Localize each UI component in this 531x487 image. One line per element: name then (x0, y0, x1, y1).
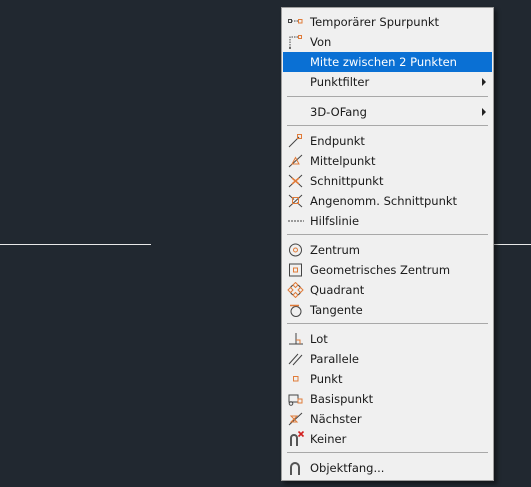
menu-item-intersection[interactable]: Schnittpunkt (283, 171, 492, 191)
menu-item-label: Endpunkt (310, 134, 365, 148)
menu-item-label: Von (310, 35, 332, 49)
menu-item-quadrant[interactable]: Quadrant (283, 280, 492, 300)
nearest-snap-icon (287, 411, 305, 427)
menu-item-label: Lot (310, 332, 328, 346)
geometric-center-snap-icon (287, 262, 305, 278)
menu-item-label: Tangente (310, 303, 363, 317)
menu-item-object-snap-settings[interactable]: Objektfang... (283, 458, 492, 478)
menu-item-tangent[interactable]: Tangente (283, 300, 492, 320)
menu-item-insertion[interactable]: Basispunkt (283, 389, 492, 409)
insertion-snap-icon (287, 391, 305, 407)
menu-item-apparent-intersection[interactable]: Angenomm. Schnittpunkt (283, 191, 492, 211)
menu-item-label: Angenomm. Schnittpunkt (310, 194, 458, 208)
menu-separator (287, 234, 488, 235)
midpoint-snap-icon (287, 153, 305, 169)
menu-item-point-filters[interactable]: Punktfilter (283, 72, 492, 92)
extension-snap-icon (287, 213, 305, 229)
menu-item-from[interactable]: Von (283, 32, 492, 52)
menu-separator (287, 323, 488, 324)
menu-item-label: Zentrum (310, 243, 360, 257)
menu-separator (287, 125, 488, 126)
object-snap-context-menu: Temporärer Spurpunkt Von Mitte zwischen … (281, 7, 494, 481)
menu-item-label: Quadrant (310, 283, 365, 297)
menu-item-label: Objektfang... (310, 461, 385, 475)
canvas-line-right (494, 244, 531, 245)
menu-item-label: Geometrisches Zentrum (310, 263, 451, 277)
parallel-snap-icon (287, 351, 305, 367)
submenu-arrow-icon (482, 108, 486, 116)
menu-item-geometric-center[interactable]: Geometrisches Zentrum (283, 260, 492, 280)
menu-item-label: Mitte zwischen 2 Punkten (310, 55, 457, 69)
menu-item-label: Mittelpunkt (310, 154, 376, 168)
menu-item-perpendicular[interactable]: Lot (283, 329, 492, 349)
menu-item-node[interactable]: Punkt (283, 369, 492, 389)
object-snap-settings-icon (287, 460, 305, 476)
menu-item-3d-osnap[interactable]: 3D-OFang (283, 102, 492, 122)
canvas-line-left (0, 244, 151, 245)
menu-item-label: Temporärer Spurpunkt (310, 15, 440, 29)
menu-item-label: Basispunkt (310, 392, 374, 406)
menu-item-label: Schnittpunkt (310, 174, 384, 188)
menu-item-label: Keiner (310, 432, 347, 446)
menu-item-temporary-track-point[interactable]: Temporärer Spurpunkt (283, 12, 492, 32)
apparent-intersection-snap-icon (287, 193, 305, 209)
menu-item-midpoint[interactable]: Mittelpunkt (283, 151, 492, 171)
menu-separator (287, 452, 488, 453)
from-icon (287, 34, 305, 50)
menu-item-label: Nächster (310, 412, 362, 426)
menu-item-label: 3D-OFang (310, 105, 367, 119)
endpoint-snap-icon (287, 133, 305, 149)
menu-item-none[interactable]: Keiner (283, 429, 492, 449)
menu-item-nearest[interactable]: Nächster (283, 409, 492, 429)
menu-item-label: Punktfilter (310, 75, 370, 89)
intersection-snap-icon (287, 173, 305, 189)
menu-item-label: Hilfslinie (310, 214, 360, 228)
none-snap-icon (287, 430, 305, 447)
node-snap-icon (287, 371, 305, 387)
submenu-arrow-icon (482, 78, 486, 86)
menu-item-center[interactable]: Zentrum (283, 240, 492, 260)
menu-separator (287, 96, 488, 97)
menu-item-midpoint-between-2-points[interactable]: Mitte zwischen 2 Punkten (283, 52, 492, 72)
temporary-track-point-icon (287, 14, 305, 30)
perpendicular-snap-icon (287, 331, 305, 347)
menu-item-label: Parallele (310, 352, 359, 366)
center-snap-icon (287, 242, 305, 258)
quadrant-snap-icon (287, 281, 305, 299)
tangent-snap-icon (287, 302, 305, 318)
menu-item-extension[interactable]: Hilfslinie (283, 211, 492, 231)
menu-item-endpoint[interactable]: Endpunkt (283, 131, 492, 151)
menu-item-parallel[interactable]: Parallele (283, 349, 492, 369)
menu-item-label: Punkt (310, 372, 343, 386)
